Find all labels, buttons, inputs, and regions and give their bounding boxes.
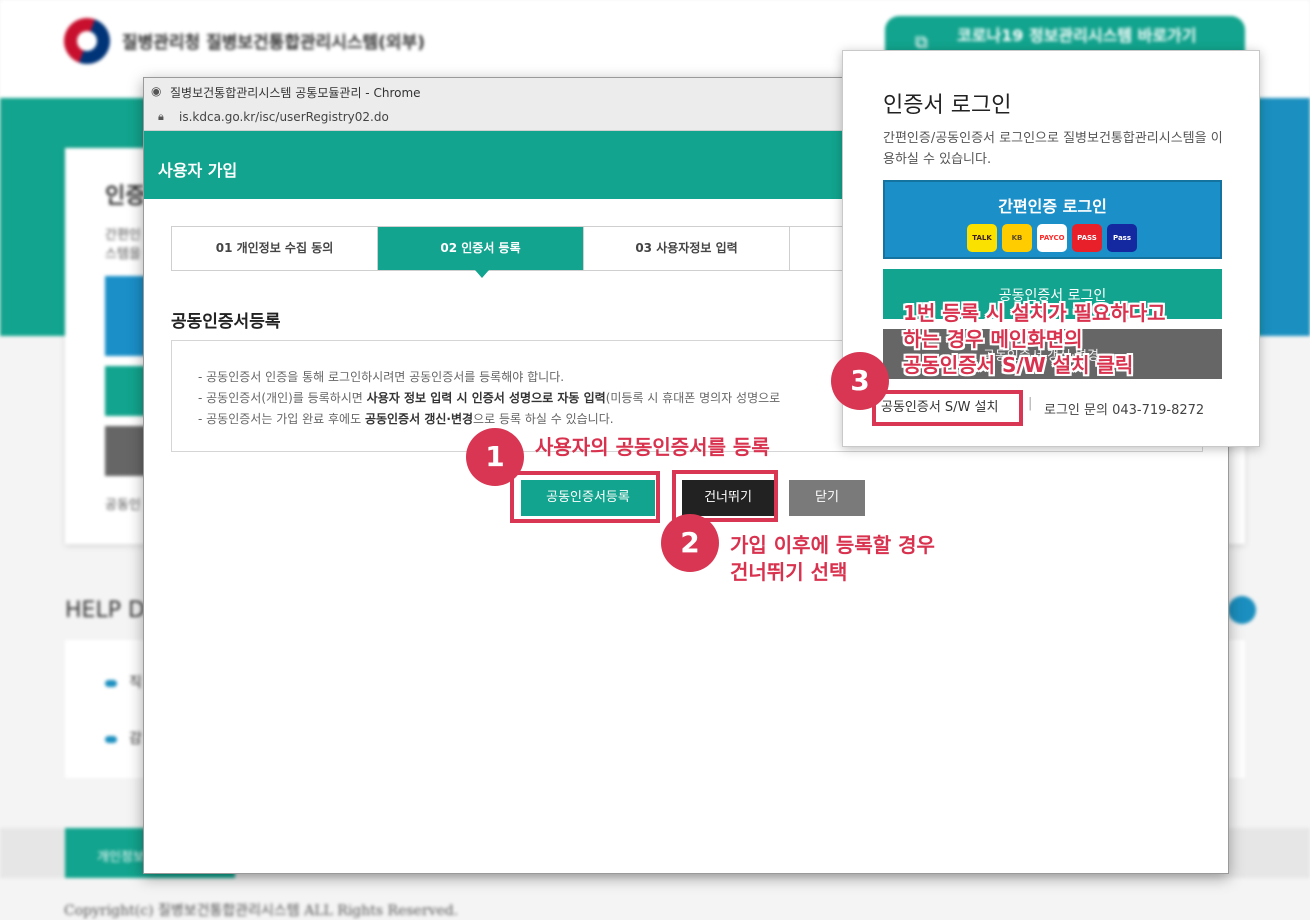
popup-header-title: 사용자 가입	[158, 161, 238, 180]
annotation-step-2-line-2: 건너뛰기 선택	[730, 560, 848, 584]
help-desk-heading: HELP D	[65, 598, 145, 623]
step-consent: 01 개인정보 수집 동의	[172, 227, 378, 270]
kb-bank-icon: KB	[1002, 224, 1032, 252]
info-line-2-pre: - 공동인증서(개인)를 등록하시면	[198, 391, 367, 405]
help-more-icon[interactable]	[1228, 596, 1256, 624]
annotation-step-1: 사용자의 공동인증서를 등록	[535, 435, 770, 459]
login-panel-desc: 간편인증/공동인증서 로그인으로 질병보건통합관리시스템을 이용하실 수 있습니…	[883, 131, 1223, 167]
login-card-heading: 인증	[105, 184, 146, 209]
lock-icon: 🔒︎	[158, 110, 164, 123]
link-separator: |	[1028, 396, 1033, 411]
info-line-2-post: (미등록 시 휴대폰 명의자 성명으로	[605, 391, 781, 405]
site-title: 질병관리청 질병보건통합관리시스템(외부)	[122, 33, 425, 53]
kdca-logo	[64, 18, 110, 64]
annotation-step-3-line-2: 하는 경우 메인화면의	[903, 327, 1083, 351]
annotation-step-3-line-1: 1번 등록 시 설치가 필요하다고	[903, 301, 1166, 325]
close-button[interactable]: 닫기	[789, 480, 865, 516]
annotation-step-3: 1번 등록 시 설치가 필요하다고 하는 경우 메인화면의 공동인증서 S/W …	[903, 300, 1166, 378]
annotation-step-3-line-3: 공동인증서 S/W 설치 클릭	[903, 353, 1134, 377]
step-certificate: 02 인증서 등록	[378, 227, 584, 278]
info-line-3-pre: - 공동인증서는 가입 완료 후에도	[198, 412, 365, 426]
auth-provider-icons: TALK KB PAYCO PASS Pass	[967, 224, 1137, 252]
highlight-register-button	[510, 471, 660, 523]
login-card-desc: 간편인 스템을	[105, 226, 141, 264]
highlight-sw-install	[872, 390, 1023, 426]
copyright-text: Copyright(c) 질병보건통합관리시스템 ALL Rights Rese…	[64, 903, 459, 919]
step-marker-2: 2	[661, 514, 719, 572]
annotation-step-2-line-1: 가입 이후에 등록할 경우	[730, 533, 935, 557]
step-marker-1: 1	[466, 428, 524, 486]
login-panel-title: 인증서 로그인	[883, 93, 1012, 118]
step-user-info: 03 사용자정보 입력	[584, 227, 790, 270]
login-card-desc-line-2: 스템을	[105, 247, 141, 262]
pass-icon: PASS	[1072, 224, 1102, 252]
payco-icon: PAYCO	[1037, 224, 1067, 252]
login-card-desc-line-1: 간편인	[105, 228, 141, 243]
window-title: 질병보건통합관리시스템 공통모듈관리 - Chrome	[170, 86, 421, 100]
info-line-3-bold: 공동인증서 갱신·변경	[364, 412, 474, 426]
info-line-1-text: - 공동인증서 인증을 통해 로그인하시려면 공동인증서를 등록해야 합니다.	[198, 370, 565, 384]
samsung-pass-icon: Pass	[1107, 224, 1137, 252]
kakaotalk-icon: TALK	[967, 224, 997, 252]
corona-button-label: 코로나19 정보관리시스템 바로가기	[957, 26, 1197, 45]
help-item-2[interactable]: 감	[105, 728, 142, 748]
simple-auth-label: 간편인증 로그인	[998, 197, 1107, 216]
login-card-footer: 공동인	[105, 498, 141, 513]
annotation-step-2: 가입 이후에 등록할 경우 건너뛰기 선택	[730, 532, 935, 586]
simple-auth-login-button[interactable]: 간편인증 로그인 TALK KB PAYCO PASS Pass	[883, 180, 1222, 259]
login-inquiry-text: 로그인 문의 043-719-8272	[1044, 403, 1205, 418]
url-text: is.kdca.go.kr/isc/userRegistry02.do	[179, 110, 389, 124]
cert-login-panel: 인증서 로그인 간편인증/공동인증서 로그인으로 질병보건통합관리시스템을 이용…	[842, 50, 1260, 447]
hero-band-right	[1260, 98, 1310, 336]
globe-icon: ◉	[151, 84, 162, 98]
info-line-2-bold: 사용자 정보 입력 시 인증서 성명으로 자동 입력	[366, 391, 606, 405]
section-title: 공동인증서등록	[171, 312, 281, 332]
help-item-1[interactable]: 직	[105, 672, 142, 692]
step-marker-3: 3	[831, 352, 889, 410]
info-line-3-post: 으로 등록 하실 수 있습니다.	[473, 412, 614, 426]
